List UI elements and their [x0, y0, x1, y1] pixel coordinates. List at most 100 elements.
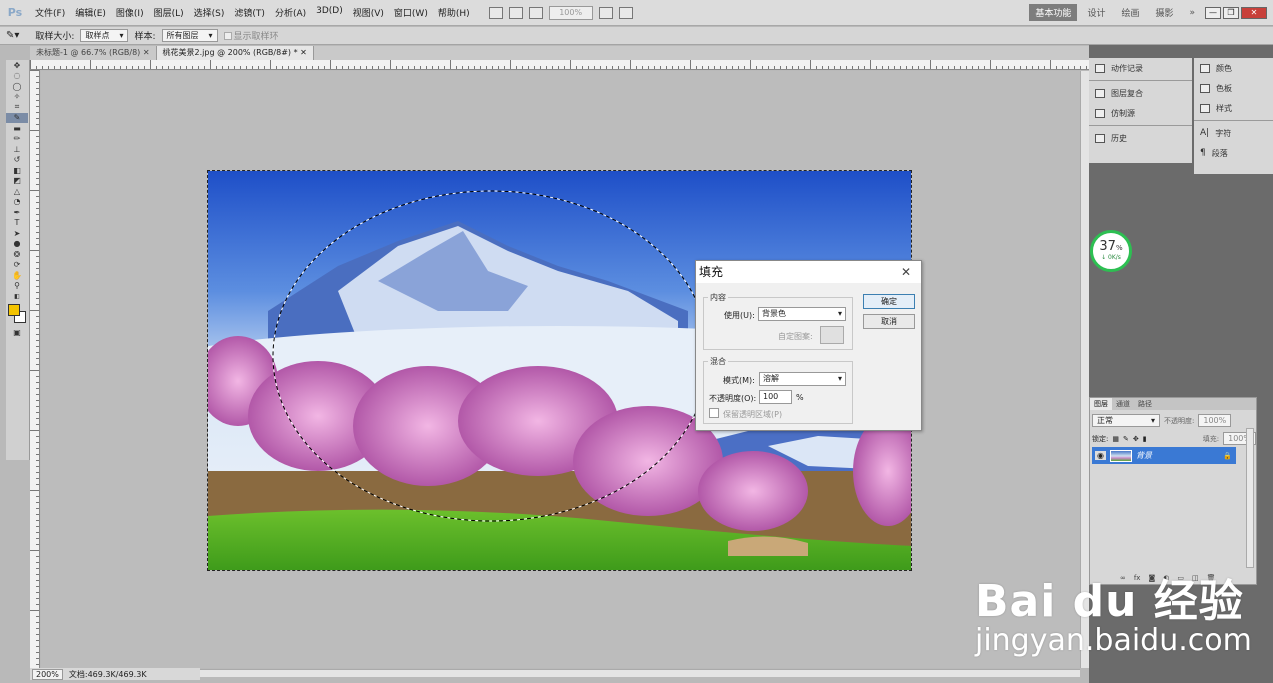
- quick-mask-icon[interactable]: ▣: [6, 328, 28, 339]
- opacity-input[interactable]: 100: [759, 390, 792, 404]
- custom-pattern-picker[interactable]: [820, 326, 844, 344]
- preserve-transparency-checkbox[interactable]: [709, 408, 719, 418]
- show-ring-checkbox[interactable]: 显示取样环: [223, 29, 279, 42]
- panel-character[interactable]: A| 字符: [1194, 123, 1273, 143]
- lock-pixels-icon[interactable]: ✎: [1123, 435, 1129, 443]
- eyedropper-tool-icon[interactable]: ✎▾: [6, 30, 19, 41]
- blur-tool-icon[interactable]: △: [6, 186, 28, 197]
- foreground-color-swatch[interactable]: [8, 303, 20, 316]
- arrange-documents-icon[interactable]: [598, 6, 613, 19]
- lock-transparency-icon[interactable]: ▦: [1112, 435, 1119, 443]
- path-select-tool-icon[interactable]: ➤: [6, 228, 28, 239]
- workspace-photography[interactable]: 摄影: [1149, 4, 1179, 21]
- close-button[interactable]: ✕: [1241, 6, 1267, 19]
- panel-layer-comps[interactable]: 图层复合: [1089, 83, 1192, 103]
- ruler-tick: [36, 358, 39, 359]
- 3d-orbit-tool-icon[interactable]: ⟳: [6, 260, 28, 271]
- status-zoom[interactable]: 200%: [32, 668, 63, 680]
- bridge-icon[interactable]: [488, 6, 503, 19]
- eraser-tool-icon[interactable]: ◧: [6, 165, 28, 176]
- menu-filter[interactable]: 滤镜(T): [229, 6, 270, 19]
- dodge-tool-icon[interactable]: ◔: [6, 197, 28, 208]
- horizontal-scrollbar[interactable]: [200, 669, 1080, 677]
- zoom-tool-icon[interactable]: ⚲: [6, 281, 28, 292]
- color-swatches[interactable]: [6, 302, 29, 328]
- menu-file[interactable]: 文件(F): [30, 6, 70, 19]
- mode-label: 模式(M):: [723, 376, 755, 385]
- tab-channels[interactable]: 通道: [1112, 398, 1134, 410]
- tab-layers[interactable]: 图层: [1090, 398, 1112, 410]
- panel-color[interactable]: 颜色: [1194, 58, 1273, 78]
- cancel-button[interactable]: 取消: [863, 314, 915, 329]
- move-tool-icon[interactable]: ✥: [6, 60, 28, 71]
- marquee-tool-icon[interactable]: ◌: [6, 71, 28, 82]
- network-progress-widget[interactable]: 37% ↓ 0K/s: [1090, 230, 1132, 272]
- layers-scrollbar[interactable]: [1246, 428, 1254, 568]
- extras-icon[interactable]: [528, 6, 543, 19]
- mini-bridge-icon[interactable]: [508, 6, 523, 19]
- zoom-level-select[interactable]: 100%: [548, 5, 593, 20]
- sample-size-select[interactable]: 取样点 ▾: [80, 29, 129, 42]
- tab-peach-blossom[interactable]: 桃花美景2.jpg @ 200% (RGB/8#) * ✕: [156, 46, 314, 60]
- restore-button[interactable]: ❐: [1223, 6, 1239, 19]
- layer-row-background[interactable]: ◉ 背景 🔒: [1092, 447, 1236, 464]
- quick-select-tool-icon[interactable]: ✧: [6, 92, 28, 103]
- eye-icon[interactable]: ◉: [1095, 451, 1106, 460]
- ruler-tick: [96, 66, 97, 69]
- healing-brush-tool-icon[interactable]: ▬: [6, 123, 28, 134]
- menu-view[interactable]: 视图(V): [348, 6, 389, 19]
- menu-3d[interactable]: 3D(D): [311, 6, 348, 19]
- history-brush-tool-icon[interactable]: ↺: [6, 155, 28, 166]
- shape-tool-icon[interactable]: ●: [6, 239, 28, 250]
- eyedropper-tool-icon[interactable]: ✎: [6, 112, 28, 123]
- panel-history[interactable]: 历史: [1089, 128, 1192, 148]
- menu-layer[interactable]: 图层(L): [149, 6, 189, 19]
- menu-image[interactable]: 图像(I): [111, 6, 149, 19]
- ruler-tick: [216, 66, 217, 69]
- more-workspaces-button[interactable]: »: [1183, 6, 1201, 20]
- brush-tool-icon[interactable]: ✏: [6, 134, 28, 145]
- clone-stamp-tool-icon[interactable]: ⊥: [6, 144, 28, 155]
- default-colors-icon[interactable]: ◧: [6, 291, 28, 302]
- menu-analysis[interactable]: 分析(A): [270, 6, 311, 19]
- minimize-button[interactable]: —: [1205, 6, 1221, 19]
- sample-select[interactable]: 所有图层 ▾: [161, 29, 218, 42]
- panel-styles[interactable]: 样式: [1194, 98, 1273, 118]
- workspace-painting[interactable]: 绘画: [1115, 4, 1145, 21]
- ok-button[interactable]: 确定: [863, 294, 915, 309]
- pen-tool-icon[interactable]: ✒: [6, 207, 28, 218]
- panel-paragraph[interactable]: ¶ 段落: [1194, 143, 1273, 163]
- screen-mode-icon[interactable]: [618, 6, 633, 19]
- 3d-rotate-tool-icon[interactable]: ❂: [6, 249, 28, 260]
- panel-color-label: 颜色: [1216, 63, 1232, 73]
- tab-paths[interactable]: 路径: [1134, 398, 1156, 410]
- workspace-design[interactable]: 设计: [1081, 4, 1111, 21]
- lock-all-icon[interactable]: ▮: [1143, 435, 1147, 443]
- tab-untitled[interactable]: 未标题-1 @ 66.7% (RGB/8) ✕: [30, 46, 157, 60]
- menu-select[interactable]: 选择(S): [189, 6, 230, 19]
- paint-bucket-tool-icon[interactable]: ◩: [6, 176, 28, 187]
- close-icon[interactable]: ✕: [143, 48, 150, 57]
- type-tool-icon[interactable]: T: [6, 218, 28, 229]
- workspace-essentials[interactable]: 基本功能: [1029, 4, 1078, 21]
- blend-mode-select[interactable]: 正常 ▾: [1092, 414, 1160, 427]
- lock-position-icon[interactable]: ✥: [1133, 435, 1139, 443]
- panel-swatches[interactable]: 色板: [1194, 78, 1273, 98]
- panel-actions[interactable]: 动作记录: [1089, 58, 1192, 78]
- hand-tool-icon[interactable]: ✋: [6, 270, 28, 281]
- menu-edit[interactable]: 编辑(E): [70, 6, 111, 19]
- lasso-tool-icon[interactable]: ◯: [6, 81, 28, 92]
- ruler-tick: [288, 66, 289, 69]
- close-icon[interactable]: ✕: [300, 48, 307, 57]
- menu-window[interactable]: 窗口(W): [389, 6, 433, 19]
- crop-tool-icon[interactable]: ⌗: [6, 102, 28, 113]
- ruler-tick: [1068, 66, 1069, 69]
- close-icon[interactable]: ✕: [901, 261, 911, 283]
- ruler-tick: [84, 66, 85, 69]
- ruler-tick: [1014, 66, 1015, 69]
- use-select[interactable]: 背景色 ▾: [758, 307, 846, 321]
- mode-select[interactable]: 溶解 ▾: [759, 372, 846, 386]
- panel-clone-source[interactable]: 仿制源: [1089, 103, 1192, 123]
- menu-help[interactable]: 帮助(H): [433, 6, 475, 19]
- layer-opacity-field[interactable]: 100%: [1198, 414, 1232, 427]
